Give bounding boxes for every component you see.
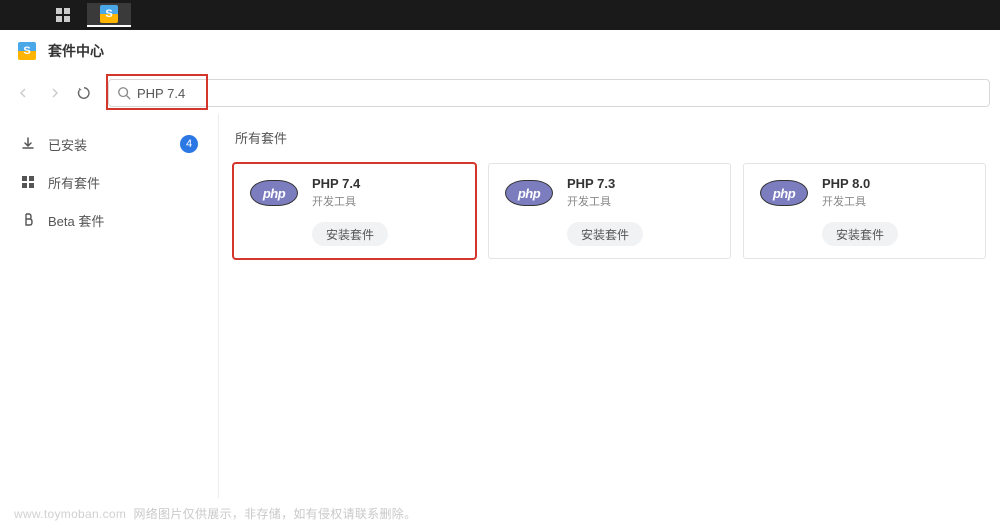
- taskbar-package-center-button[interactable]: S: [87, 3, 131, 27]
- grid-icon: [20, 174, 36, 190]
- refresh-button[interactable]: [70, 80, 98, 106]
- sidebar-item-label: 已安装: [48, 135, 180, 154]
- install-button[interactable]: 安装套件: [567, 222, 643, 246]
- install-button[interactable]: 安装套件: [312, 222, 388, 246]
- php-icon: php: [758, 178, 810, 208]
- install-button[interactable]: 安装套件: [822, 222, 898, 246]
- package-card[interactable]: php PHP 8.0 开发工具 安装套件: [743, 163, 986, 259]
- footer-note: www.toymoban.com 网络图片仅供展示，非存储，如有侵权请联系删除。: [14, 505, 416, 522]
- card-body: PHP 7.4 开发工具 安装套件: [312, 176, 461, 246]
- php-icon: php: [503, 178, 555, 208]
- taskbar-spacer: [6, 0, 41, 30]
- footer-domain: www.toymoban.com: [14, 507, 126, 521]
- package-subtitle: 开发工具: [822, 193, 971, 209]
- sidebar-item-label: 所有套件: [48, 173, 198, 192]
- sidebar-item-beta[interactable]: Beta 套件: [10, 204, 208, 236]
- package-title: PHP 7.4: [312, 176, 461, 191]
- package-card[interactable]: php PHP 7.3 开发工具 安装套件: [488, 163, 731, 259]
- sidebar-item-label: Beta 套件: [48, 211, 198, 230]
- app-logo-icon: S: [16, 40, 38, 62]
- taskbar-grid-button[interactable]: [41, 3, 85, 27]
- forward-button[interactable]: [40, 80, 68, 106]
- card-body: PHP 8.0 开发工具 安装套件: [822, 176, 971, 246]
- main-panel: 所有套件 php PHP 7.4 开发工具 安装套件 php PHP 7.3 开…: [218, 114, 1000, 498]
- content: 已安装 4 所有套件 Beta 套件 所有套件 php PHP 7.4 开发工具…: [0, 114, 1000, 498]
- sidebar-item-all[interactable]: 所有套件: [10, 166, 208, 198]
- installed-count-badge: 4: [180, 135, 198, 153]
- toolbar: [0, 72, 1000, 114]
- package-list: php PHP 7.4 开发工具 安装套件 php PHP 7.3 开发工具 安…: [233, 163, 986, 259]
- sidebar-item-installed[interactable]: 已安装 4: [10, 128, 208, 160]
- back-button[interactable]: [10, 80, 38, 106]
- package-center-icon: S: [100, 5, 118, 23]
- app-title: 套件中心: [48, 41, 104, 61]
- taskbar: S: [0, 0, 1000, 30]
- main-heading: 所有套件: [233, 128, 986, 147]
- footer-text: 网络图片仅供展示，非存储，如有侵权请联系删除。: [133, 507, 416, 521]
- search-icon: [117, 86, 131, 100]
- download-icon: [20, 136, 36, 152]
- card-body: PHP 7.3 开发工具 安装套件: [567, 176, 716, 246]
- package-title: PHP 7.3: [567, 176, 716, 191]
- package-title: PHP 8.0: [822, 176, 971, 191]
- sidebar: 已安装 4 所有套件 Beta 套件: [0, 114, 218, 498]
- search-field[interactable]: [108, 79, 990, 107]
- app-header: S 套件中心: [0, 30, 1000, 72]
- package-subtitle: 开发工具: [567, 193, 716, 209]
- search-input[interactable]: [137, 86, 981, 101]
- package-subtitle: 开发工具: [312, 193, 461, 209]
- beta-icon: [20, 212, 36, 228]
- package-card[interactable]: php PHP 7.4 开发工具 安装套件: [233, 163, 476, 259]
- php-icon: php: [248, 178, 300, 208]
